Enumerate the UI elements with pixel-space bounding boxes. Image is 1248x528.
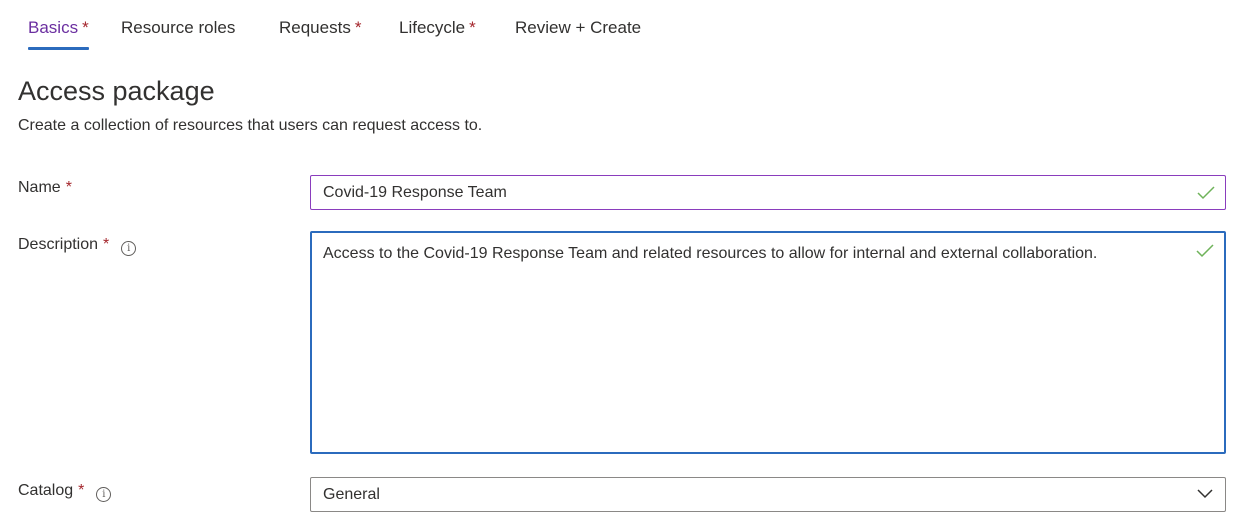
catalog-field-label: Catalog * i xyxy=(18,482,112,502)
name-required-marker: * xyxy=(65,179,72,196)
checkmark-icon xyxy=(1197,186,1215,200)
description-field[interactable]: Access to the Covid-19 Response Team and… xyxy=(310,231,1226,454)
tab-lifecycle-label: Lifecycle xyxy=(399,18,466,37)
description-label-text: Description xyxy=(18,236,99,253)
info-icon[interactable]: i xyxy=(121,241,137,256)
chevron-down-icon[interactable] xyxy=(1197,489,1213,499)
description-field-value: Access to the Covid-19 Response Team and… xyxy=(323,245,1098,262)
catalog-label-text: Catalog xyxy=(18,482,74,499)
checkmark-icon xyxy=(1196,244,1214,258)
description-field-label: Description * i xyxy=(18,236,137,256)
catalog-selected-value: General xyxy=(323,486,380,503)
name-label-text: Name xyxy=(18,179,61,196)
tab-review-create-label: Review + Create xyxy=(515,18,642,37)
page-subtitle: Create a collection of resources that us… xyxy=(18,117,483,134)
name-field-value: Covid-19 Response Team xyxy=(323,184,507,201)
tab-requests[interactable]: Requests * xyxy=(279,14,361,42)
catalog-required-marker: * xyxy=(78,482,85,499)
tab-lifecycle-required-marker: * xyxy=(469,18,476,37)
catalog-dropdown[interactable]: General xyxy=(310,477,1226,512)
tab-review-create[interactable]: Review + Create xyxy=(515,14,641,42)
tab-basics[interactable]: Basics * xyxy=(28,14,89,50)
info-icon[interactable]: i xyxy=(96,487,112,502)
tab-resource-roles[interactable]: Resource roles xyxy=(121,14,235,42)
tab-requests-required-marker: * xyxy=(354,18,362,37)
tab-basics-label: Basics xyxy=(28,18,79,37)
tab-resource-roles-label: Resource roles xyxy=(121,18,236,37)
tab-basics-required-marker: * xyxy=(82,18,89,37)
name-field-label: Name * xyxy=(18,179,72,197)
description-required-marker: * xyxy=(103,236,110,253)
tab-lifecycle[interactable]: Lifecycle * xyxy=(399,14,476,42)
name-field[interactable]: Covid-19 Response Team xyxy=(310,175,1226,210)
tab-requests-label: Requests xyxy=(279,18,351,37)
page-title: Access package xyxy=(18,76,215,106)
